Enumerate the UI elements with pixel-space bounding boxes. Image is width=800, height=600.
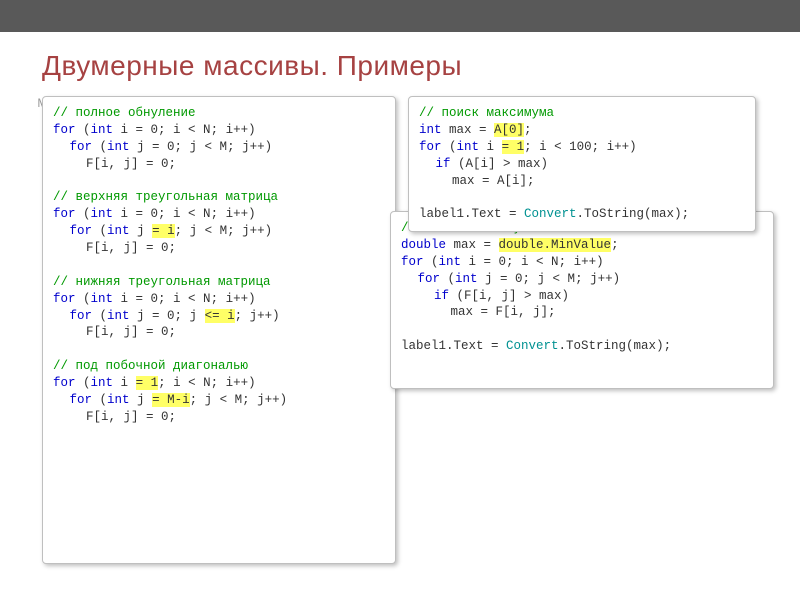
code-line: for (int i = 0; i < N; i++) [401,254,763,271]
code-line: for (int i = 0; i < N; i++) [53,122,385,139]
code-line: if (F[i, j] > max) [401,288,763,305]
code-line: double max = double.MinValue; [401,237,763,254]
code-comment: // нижняя треугольная матрица [53,274,385,291]
header-bar [0,0,800,32]
code-blank [419,189,745,206]
code-line: for (int j = 0; j <= i; j++) [53,308,385,325]
content-area: // полное обнуление for (int i = 0; i < … [0,96,800,600]
code-box-right-top: // поиск максимума int max = A[0]; for (… [408,96,756,232]
code-line: for (int i = 0; i < N; i++) [53,291,385,308]
code-comment: // полное обнуление [53,105,385,122]
code-line: for (int j = 0; j < M; j++) [53,139,385,156]
code-line: int max = A[0]; [419,122,745,139]
code-line: for (int i = 1; i < N; i++) [53,375,385,392]
code-line: label1.Text = Convert.ToString(max); [419,206,745,223]
code-blank [53,341,385,358]
code-line: for (int i = 0; i < N; i++) [53,206,385,223]
code-line: for (int j = M-i; j < M; j++) [53,392,385,409]
code-line: max = F[i, j]; [401,304,763,321]
code-line: if (A[i] > max) [419,156,745,173]
code-line: F[i, j] = 0; [53,324,385,341]
code-line: F[i, j] = 0; [53,409,385,426]
code-line: F[i, j] = 0; [53,156,385,173]
slide-title: Двумерные массивы. Примеры [0,32,800,96]
code-comment: // верхняя треугольная матрица [53,189,385,206]
code-blank [53,257,385,274]
code-comment: // под побочной диагональю [53,358,385,375]
code-blank [401,321,763,338]
code-comment: // поиск максимума [419,105,745,122]
code-blank [53,173,385,190]
code-line: max = A[i]; [419,173,745,190]
code-box-right-bottom: // поиск максимума double max = double.M… [390,211,774,389]
code-line: for (int j = i; j < M; j++) [53,223,385,240]
code-box-left: // полное обнуление for (int i = 0; i < … [42,96,396,564]
code-line: for (int i = 1; i < 100; i++) [419,139,745,156]
code-line: F[i, j] = 0; [53,240,385,257]
code-line: label1.Text = Convert.ToString(max); [401,338,763,355]
code-line: for (int j = 0; j < M; j++) [401,271,763,288]
